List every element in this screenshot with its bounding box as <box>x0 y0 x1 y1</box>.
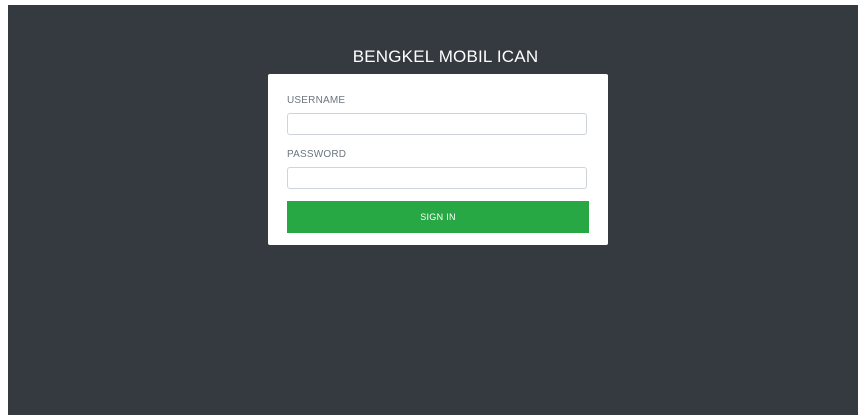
username-label: USERNAME <box>287 95 346 106</box>
page-background: BENGKEL MOBIL ICAN USERNAME PASSWORD SIG… <box>8 5 858 415</box>
login-card: USERNAME PASSWORD SIGN IN <box>268 74 608 245</box>
password-input[interactable] <box>287 167 587 189</box>
username-input[interactable] <box>287 113 587 135</box>
sign-in-button[interactable]: SIGN IN <box>287 201 589 233</box>
page-title: BENGKEL MOBIL ICAN <box>352 47 539 66</box>
password-label: PASSWORD <box>287 149 347 160</box>
